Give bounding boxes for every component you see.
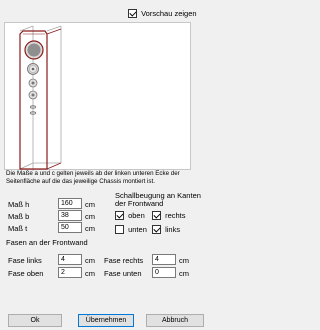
cancel-button[interactable]: Abbruch bbox=[146, 314, 204, 327]
diffraction-title-line2: der Frontwand bbox=[115, 199, 164, 208]
mounting-note: Die Maße a und c gelten jeweils ab der l… bbox=[6, 170, 180, 186]
dim-b-label: Maß b bbox=[8, 212, 30, 221]
edge-top-checkbox[interactable] bbox=[115, 210, 124, 220]
preview-checkbox[interactable] bbox=[128, 8, 137, 18]
preview-toggle[interactable]: Vorschau zeigen bbox=[128, 8, 197, 18]
dim-b-input[interactable]: 38 bbox=[58, 210, 82, 221]
bevel-left-unit: cm bbox=[85, 256, 95, 265]
edge-bottom-checkbox[interactable] bbox=[115, 224, 124, 234]
edge-right-checkbox[interactable] bbox=[152, 210, 161, 220]
dim-h-label: Maß h bbox=[8, 200, 30, 209]
preview-label: Vorschau zeigen bbox=[141, 8, 197, 18]
bevel-left-label: Fase links bbox=[8, 256, 42, 265]
bevel-right-input[interactable]: 4 bbox=[152, 254, 176, 265]
edge-right-option[interactable]: rechts bbox=[152, 210, 186, 220]
mounting-note-line1: Die Maße a und c gelten jeweils ab der l… bbox=[6, 170, 180, 177]
edge-bottom-option[interactable]: unten bbox=[115, 224, 147, 234]
edge-left-option[interactable]: links bbox=[152, 224, 180, 234]
apply-button[interactable]: Übernehmen bbox=[78, 314, 134, 327]
speaker-cabinet-preview bbox=[19, 25, 62, 171]
edge-left-checkbox[interactable] bbox=[152, 224, 161, 234]
dim-t-unit: cm bbox=[85, 224, 95, 233]
dim-t-label: Maß t bbox=[8, 224, 28, 233]
edge-right-label: rechts bbox=[165, 210, 186, 220]
mounting-note-line2: Seitenfläche auf die das jeweilige Chass… bbox=[6, 178, 155, 185]
preview-panel bbox=[4, 22, 191, 171]
bevels-title: Fasen an der Frontwand bbox=[6, 238, 88, 247]
edge-left-label: links bbox=[165, 224, 181, 234]
dim-b-unit: cm bbox=[85, 212, 95, 221]
dim-h-input[interactable]: 160 bbox=[58, 198, 82, 209]
bevel-bottom-input[interactable]: 0 bbox=[152, 267, 176, 278]
dim-t-input[interactable]: 50 bbox=[58, 222, 82, 233]
bevel-bottom-unit: cm bbox=[179, 269, 189, 278]
edge-bottom-label: unten bbox=[128, 224, 147, 234]
bevel-right-label: Fase rechts bbox=[104, 256, 144, 265]
bevel-top-unit: cm bbox=[85, 269, 95, 278]
edge-top-option[interactable]: oben bbox=[115, 210, 145, 220]
edge-top-label: oben bbox=[128, 210, 145, 220]
ok-button[interactable]: Ok bbox=[8, 314, 62, 327]
bevel-top-label: Fase oben bbox=[8, 269, 44, 278]
bevel-top-input[interactable]: 2 bbox=[58, 267, 82, 278]
bevel-bottom-label: Fase unten bbox=[104, 269, 142, 278]
bevel-right-unit: cm bbox=[179, 256, 189, 265]
dim-h-unit: cm bbox=[85, 200, 95, 209]
diffraction-title: Schallbeugung an Kanten der Frontwand bbox=[115, 192, 201, 208]
bevel-left-input[interactable]: 4 bbox=[58, 254, 82, 265]
